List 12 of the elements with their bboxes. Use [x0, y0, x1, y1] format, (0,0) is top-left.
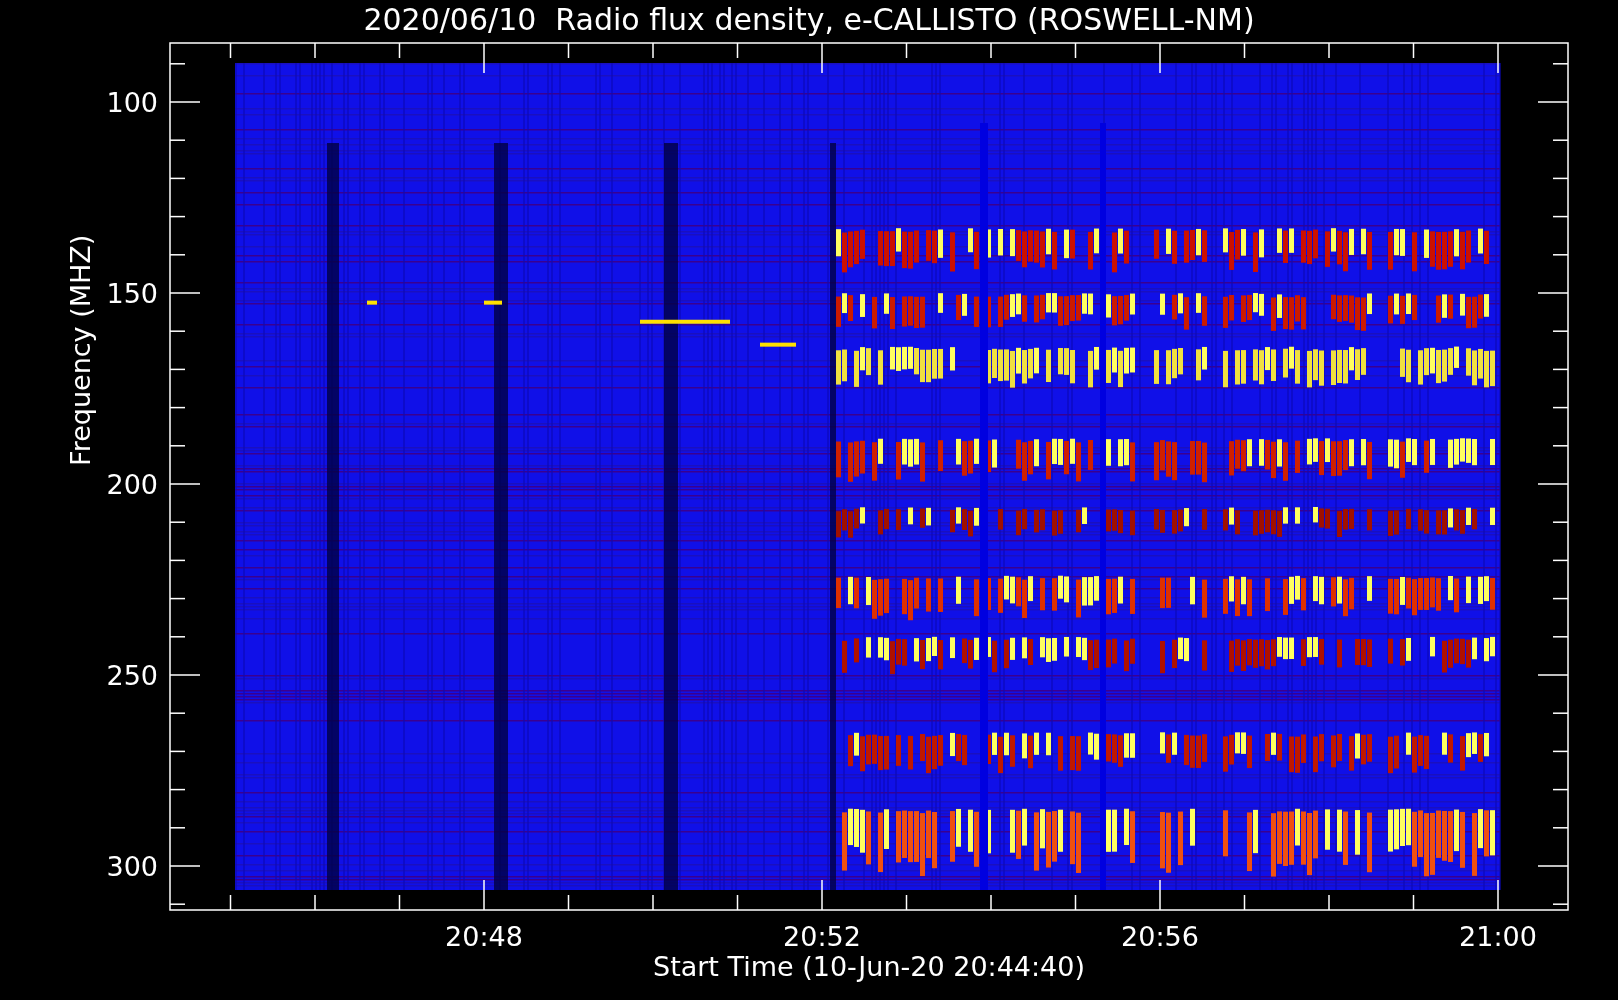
x-tick-label: 21:00 [1459, 921, 1537, 952]
y-tick-label: 200 [106, 469, 158, 500]
y-tick-label: 150 [106, 278, 158, 309]
x-axis-label: Start Time (10-Jun-20 20:44:40) [653, 951, 1085, 982]
x-tick-label: 20:48 [445, 921, 523, 952]
plot-title: 2020/06/10 Radio flux density, e-CALLISTO (ROSWELL-NM) [363, 2, 1255, 37]
y-axis-label: Frequency (MHZ) [65, 234, 96, 466]
y-tick-label: 100 [106, 87, 158, 118]
y-tick-label: 300 [106, 851, 158, 882]
x-tick-label: 20:52 [783, 921, 861, 952]
x-tick-label: 20:56 [1121, 921, 1199, 952]
y-tick-label: 250 [106, 660, 158, 691]
